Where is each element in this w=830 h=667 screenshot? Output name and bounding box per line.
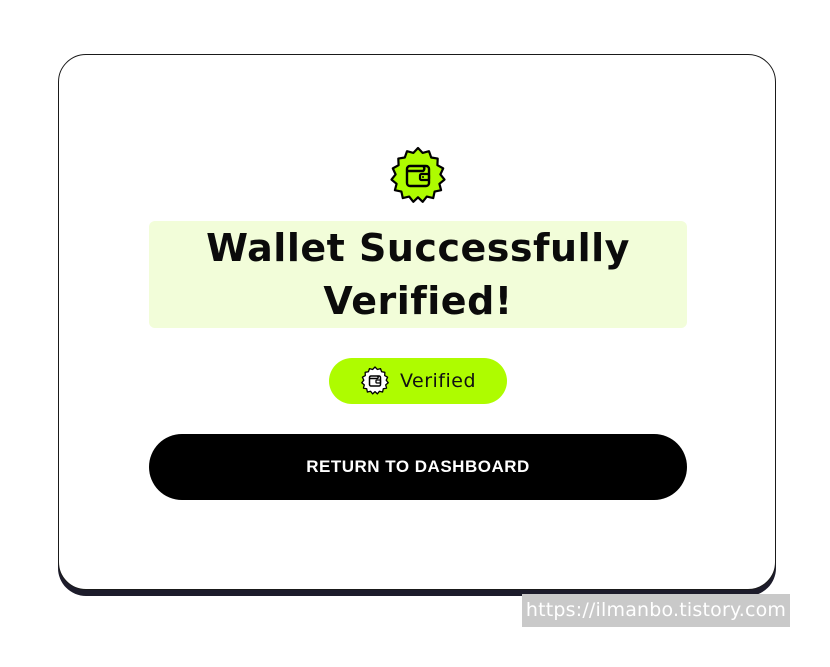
status-badge: Verified bbox=[329, 358, 507, 404]
page-title: Wallet Successfully Verified! bbox=[206, 225, 630, 323]
return-to-dashboard-button[interactable]: RETURN TO DASHBOARD bbox=[149, 434, 687, 500]
watermark: https://ilmanbo.tistory.com bbox=[522, 594, 790, 627]
wallet-icon bbox=[360, 366, 390, 396]
page: Wallet Successfully Verified! Verified R… bbox=[0, 0, 830, 667]
status-label: Verified bbox=[399, 370, 477, 392]
title-highlight: Wallet Successfully Verified! bbox=[149, 221, 687, 328]
verification-card: Wallet Successfully Verified! Verified R… bbox=[58, 54, 776, 590]
wallet-badge-icon bbox=[388, 146, 448, 206]
